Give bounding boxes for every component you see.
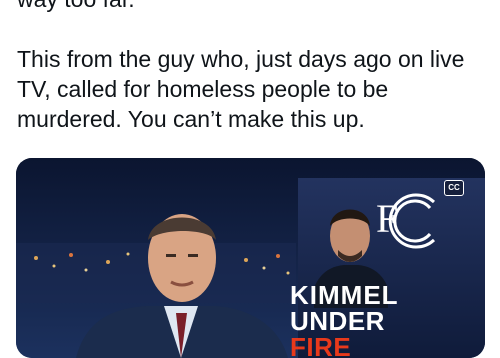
chyron-headline: KIMMEL UNDER FIRE xyxy=(290,280,450,358)
post-text-cutoff: way too far. xyxy=(17,0,135,14)
fcc-logo: F xyxy=(376,193,436,249)
post-text: This from the guy who, just days ago on … xyxy=(17,46,465,132)
headline-word-fire: FIRE xyxy=(290,332,352,358)
closed-captions-button[interactable]: CC xyxy=(444,180,464,196)
headline-line1: KIMMEL xyxy=(290,280,399,310)
headline-line2: UNDER FIRE xyxy=(290,308,450,358)
